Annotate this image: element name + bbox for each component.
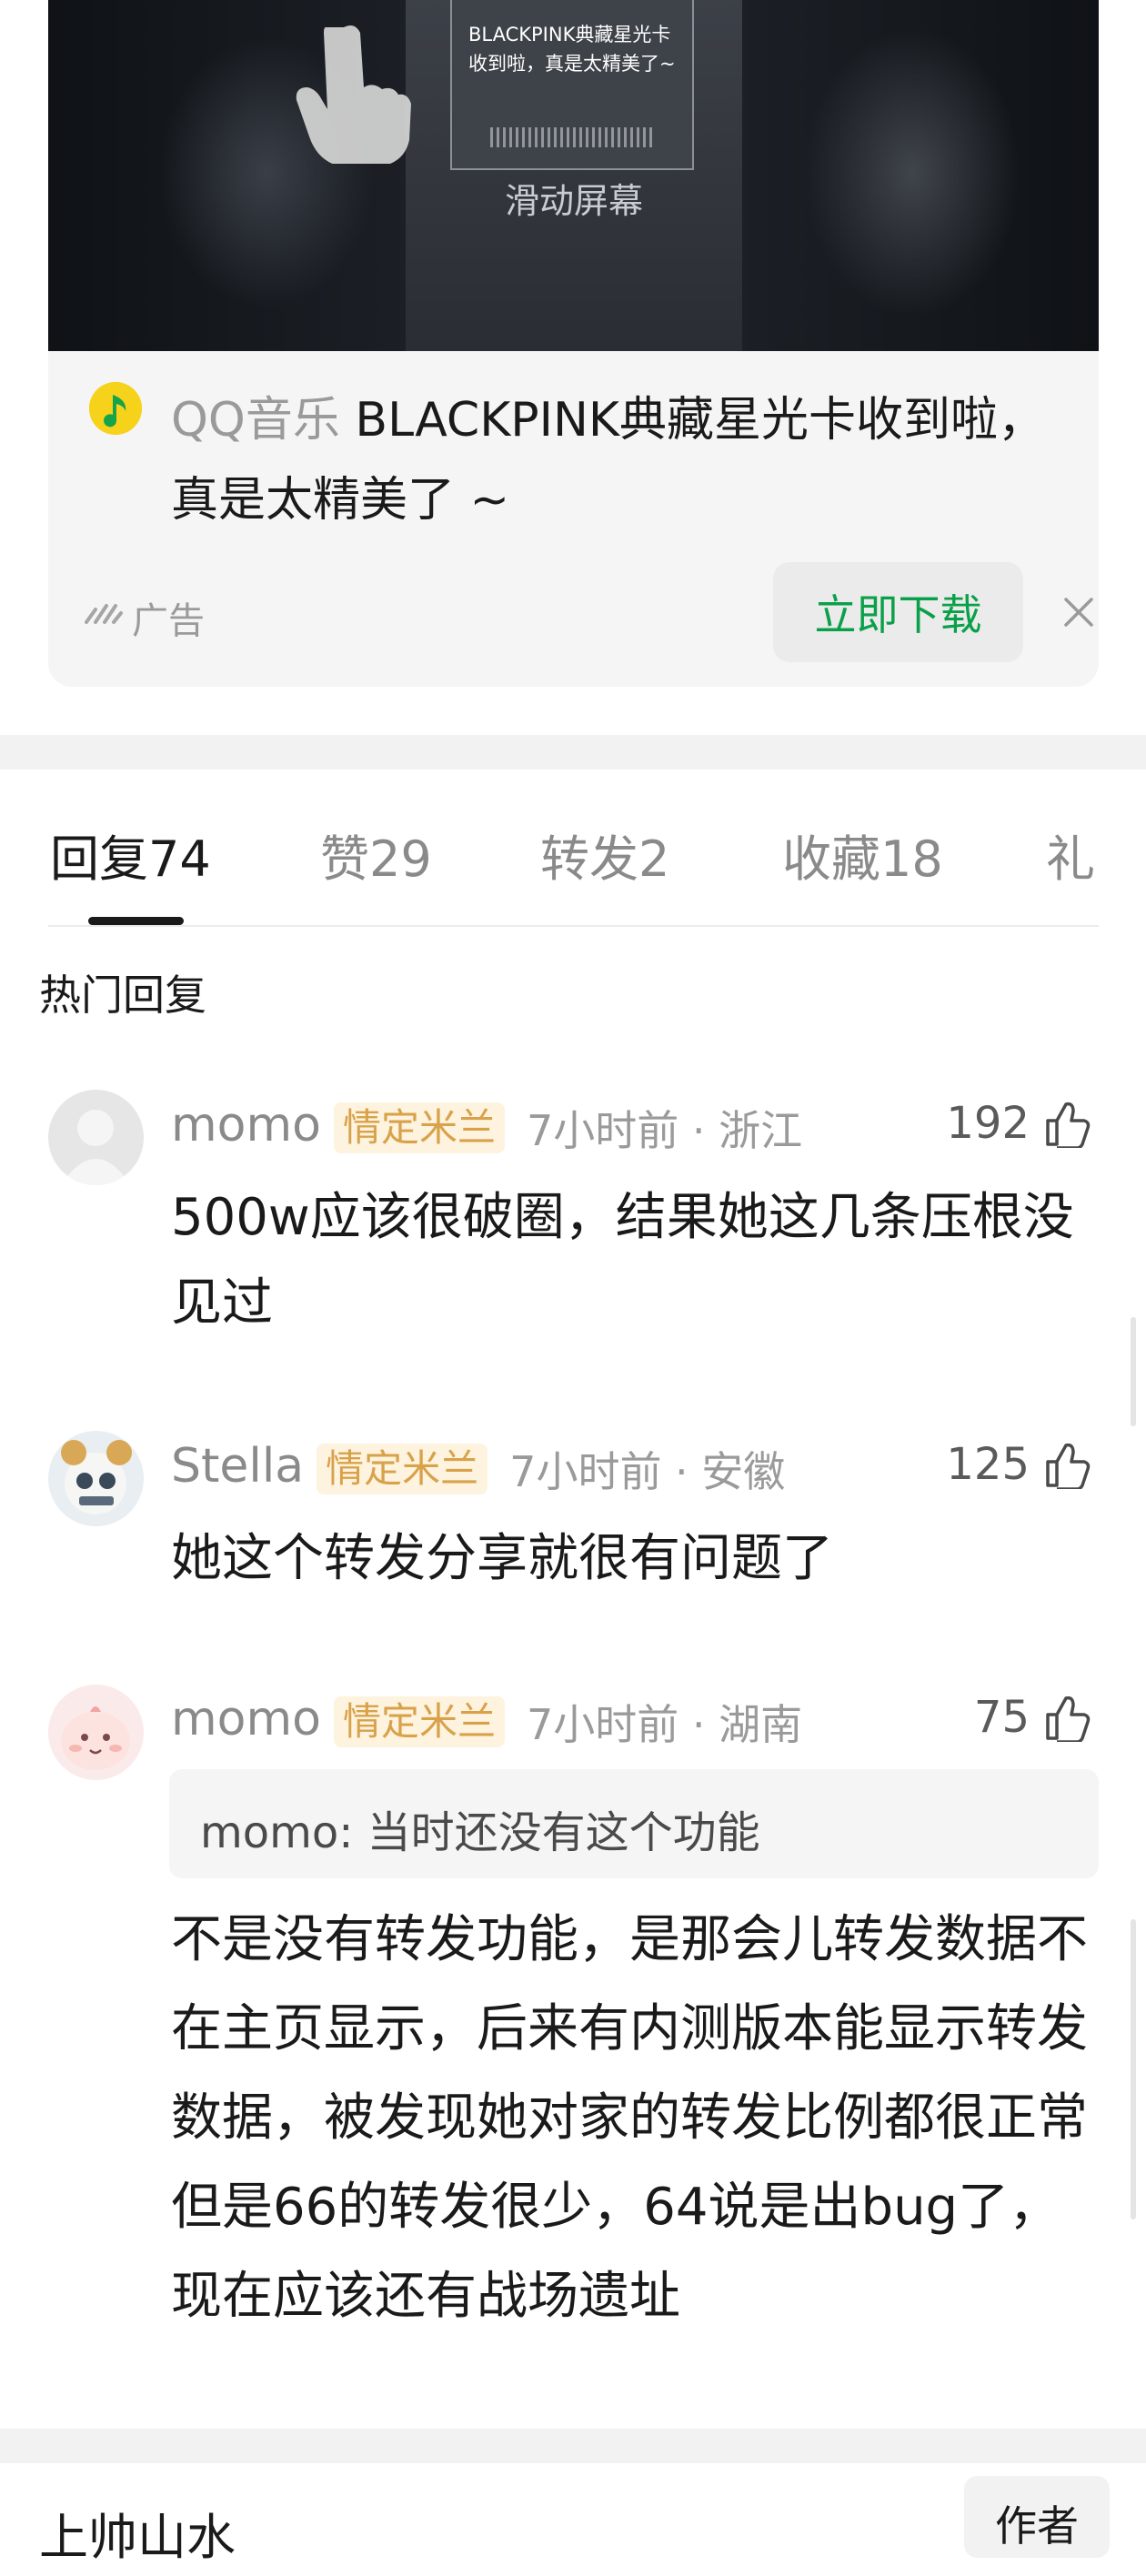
quoted-reply-text: momo: 当时还没有这个功能	[200, 1807, 760, 1858]
thumbs-up-icon	[1046, 1443, 1091, 1489]
like-button[interactable]: 192	[946, 1098, 1091, 1149]
tab-count: 74	[148, 830, 211, 888]
next-post-title[interactable]: 上帅山水	[39, 2497, 236, 2569]
tab-label: 回复	[50, 830, 148, 888]
tab-likes[interactable]: 赞29	[320, 819, 432, 891]
comment-body: 不是没有转发功能，是那会儿转发数据不在主页显示，后来有内测版本能显示转发数据，被…	[171, 1910, 1088, 2326]
ad-app-name: QQ音乐	[171, 393, 340, 448]
comment-header: momo 情定米兰 7小时前 · 浙江	[171, 1098, 802, 1158]
tab-label: 转发	[540, 830, 638, 888]
username[interactable]: momo	[171, 1098, 321, 1152]
quoted-reply[interactable]: momo: 当时还没有这个功能	[169, 1769, 1099, 1878]
tab-count: 18	[880, 830, 943, 888]
comment-meta: 7小时前 · 湖南	[526, 1700, 803, 1749]
scrollbar-thumb[interactable]	[1131, 1317, 1136, 1426]
like-button[interactable]: 125	[946, 1439, 1091, 1490]
like-count: 192	[946, 1098, 1030, 1149]
fan-badge[interactable]: 情定米兰	[333, 1696, 505, 1747]
ad-video-preview[interactable]: BLACKPINK典藏星光卡收到啦，真是太精美了~ 滑动屏幕	[48, 0, 1099, 351]
qq-music-icon	[89, 382, 142, 435]
ticket-card: BLACKPINK典藏星光卡收到啦，真是太精美了~	[450, 0, 694, 170]
tab-count: 2	[638, 830, 670, 888]
username[interactable]: momo	[171, 1692, 321, 1746]
fan-badge[interactable]: 情定米兰	[333, 1102, 505, 1153]
blurred-background	[803, 27, 1021, 318]
ad-card[interactable]: BLACKPINK典藏星光卡收到啦，真是太精美了~ 滑动屏幕 QQ音乐 BLAC…	[48, 0, 1099, 687]
ticket-text: BLACKPINK典藏星光卡收到啦，真是太精美了~	[468, 24, 676, 75]
tab-replies[interactable]: 回复74	[50, 819, 211, 891]
tab-label: 收藏	[782, 830, 880, 888]
hand-pointer-icon	[296, 25, 411, 164]
avatar[interactable]	[48, 1685, 144, 1780]
avatar[interactable]	[48, 1090, 144, 1185]
ad-footer: 广告 立即下载	[85, 562, 1093, 662]
like-button[interactable]: 75	[974, 1692, 1091, 1743]
tab-reposts[interactable]: 转发2	[540, 819, 669, 891]
avatar[interactable]	[48, 1431, 144, 1526]
interaction-tabs: 回复74 赞29 转发2 收藏18 礼	[0, 819, 1146, 928]
download-button[interactable]: 立即下载	[773, 562, 1023, 662]
thumbs-up-icon	[1046, 1696, 1091, 1742]
section-divider	[0, 735, 1146, 770]
ad-headline[interactable]: QQ音乐 BLACKPINK典藏星光卡收到啦，真是太精美了 ~	[171, 380, 1071, 540]
comment-body: 500w应该很破圈，结果她这几条压根没见过	[171, 1188, 1074, 1333]
tab-count: 29	[369, 830, 432, 888]
tab-label: 赞	[320, 830, 369, 888]
like-count: 125	[946, 1439, 1030, 1490]
scrollbar-thumb[interactable]	[1131, 1919, 1136, 2219]
barcode	[490, 127, 654, 147]
ad-mark-icon	[85, 604, 123, 624]
tab-gifts[interactable]: 礼	[1046, 819, 1095, 891]
comment-body: 她这个转发分享就很有问题了	[171, 1529, 833, 1588]
tab-label: 礼	[1046, 830, 1095, 888]
section-divider	[0, 2429, 1146, 2463]
swipe-hint: 滑动屏幕	[504, 181, 643, 221]
thumbs-up-icon	[1046, 1102, 1091, 1148]
author-button[interactable]: 作者	[964, 2476, 1110, 2558]
divider	[48, 925, 1099, 927]
comment-header: momo 情定米兰 7小时前 · 湖南	[171, 1692, 802, 1752]
like-count: 75	[973, 1692, 1030, 1743]
comment-meta: 7小时前 · 浙江	[526, 1106, 803, 1155]
fan-badge[interactable]: 情定米兰	[317, 1444, 488, 1494]
active-tab-indicator	[88, 917, 184, 925]
close-icon[interactable]	[1061, 594, 1097, 630]
comment-header: Stella 情定米兰 7小时前 · 安徽	[171, 1439, 785, 1499]
username[interactable]: Stella	[171, 1439, 304, 1494]
tab-favorites[interactable]: 收藏18	[782, 819, 943, 891]
ad-label: 广告	[132, 600, 205, 642]
section-title: 热门回复	[39, 971, 206, 1020]
comment-meta: 7小时前 · 安徽	[509, 1447, 786, 1496]
